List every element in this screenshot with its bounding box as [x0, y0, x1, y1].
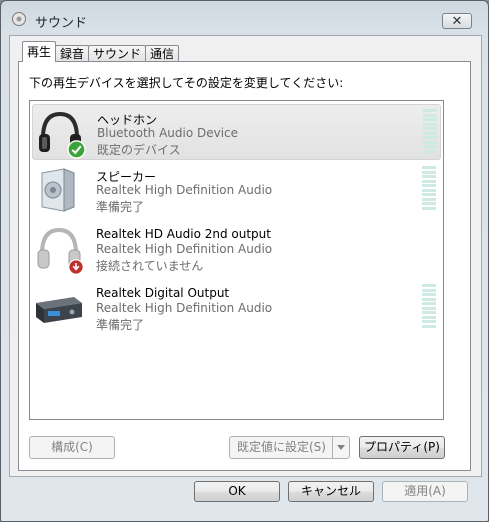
tab-sounds[interactable]: サウンド — [88, 45, 147, 62]
device-status: 準備完了 — [96, 200, 145, 214]
device-name: Realtek HD Audio 2nd output — [96, 227, 271, 241]
configure-button[interactable]: 構成(C) — [29, 436, 115, 459]
device-item-headphones[interactable]: ヘッドホン Bluetooth Audio Device 既定のデバイス — [32, 104, 441, 160]
set-default-button[interactable]: 既定値に設定(S) — [229, 436, 350, 459]
tab-strip: 再生 録音 サウンド 通信 — [22, 41, 180, 62]
ok-button[interactable]: OK — [194, 481, 280, 502]
device-name: Realtek Digital Output — [96, 286, 230, 300]
instruction-text: 下の再生デバイスを選択してその設定を変更してください: — [29, 76, 344, 90]
disconnected-icon — [68, 259, 84, 275]
device-description: Realtek High Definition Audio — [96, 242, 273, 256]
volume-meter — [422, 284, 436, 328]
device-description: Realtek High Definition Audio — [96, 183, 273, 197]
sound-dialog: サウンド ✕ 再生 録音 サウンド 通信 下の再生デバイスを選択してその設定を変… — [0, 0, 489, 522]
chevron-down-icon[interactable] — [332, 437, 349, 458]
device-item-digital-output[interactable]: Realtek Digital Output Realtek High Defi… — [32, 280, 441, 336]
close-button[interactable]: ✕ — [442, 13, 472, 29]
apply-button[interactable]: 適用(A) — [382, 481, 468, 502]
title-bar[interactable]: サウンド ✕ — [1, 1, 488, 39]
tab-recording[interactable]: 録音 — [55, 45, 90, 62]
cancel-button[interactable]: キャンセル — [288, 481, 374, 502]
device-status: 接続されていません — [96, 259, 204, 273]
dialog-body: 再生 録音 サウンド 通信 下の再生デバイスを選択してその設定を変更してください… — [9, 35, 482, 477]
tab-communications[interactable]: 通信 — [145, 45, 180, 62]
tab-playback[interactable]: 再生 — [22, 41, 57, 62]
speaker-icon — [41, 168, 75, 212]
digital-output-icon — [36, 297, 82, 323]
device-item-hd-audio-2nd-output[interactable]: Realtek HD Audio 2nd output Realtek High… — [32, 221, 441, 277]
device-description: Realtek High Definition Audio — [96, 301, 273, 315]
device-status: 既定のデバイス — [97, 143, 181, 157]
device-description: Bluetooth Audio Device — [97, 126, 239, 140]
properties-button[interactable]: プロパティ(P) — [359, 436, 445, 459]
sound-app-icon — [12, 12, 26, 26]
window-title: サウンド — [35, 16, 88, 31]
volume-meter — [422, 166, 436, 210]
playback-panel: 下の再生デバイスを選択してその設定を変更してください: ヘッドホン Blueto… — [18, 61, 471, 471]
device-item-speaker[interactable]: スピーカー Realtek High Definition Audio 準備完了 — [32, 162, 441, 218]
volume-meter — [423, 109, 437, 153]
set-default-label: 既定値に設定(S) — [237, 440, 326, 454]
default-check-icon — [67, 140, 86, 159]
device-status: 準備完了 — [96, 318, 145, 332]
playback-device-list[interactable]: ヘッドホン Bluetooth Audio Device 既定のデバイス スピー… — [29, 100, 444, 420]
